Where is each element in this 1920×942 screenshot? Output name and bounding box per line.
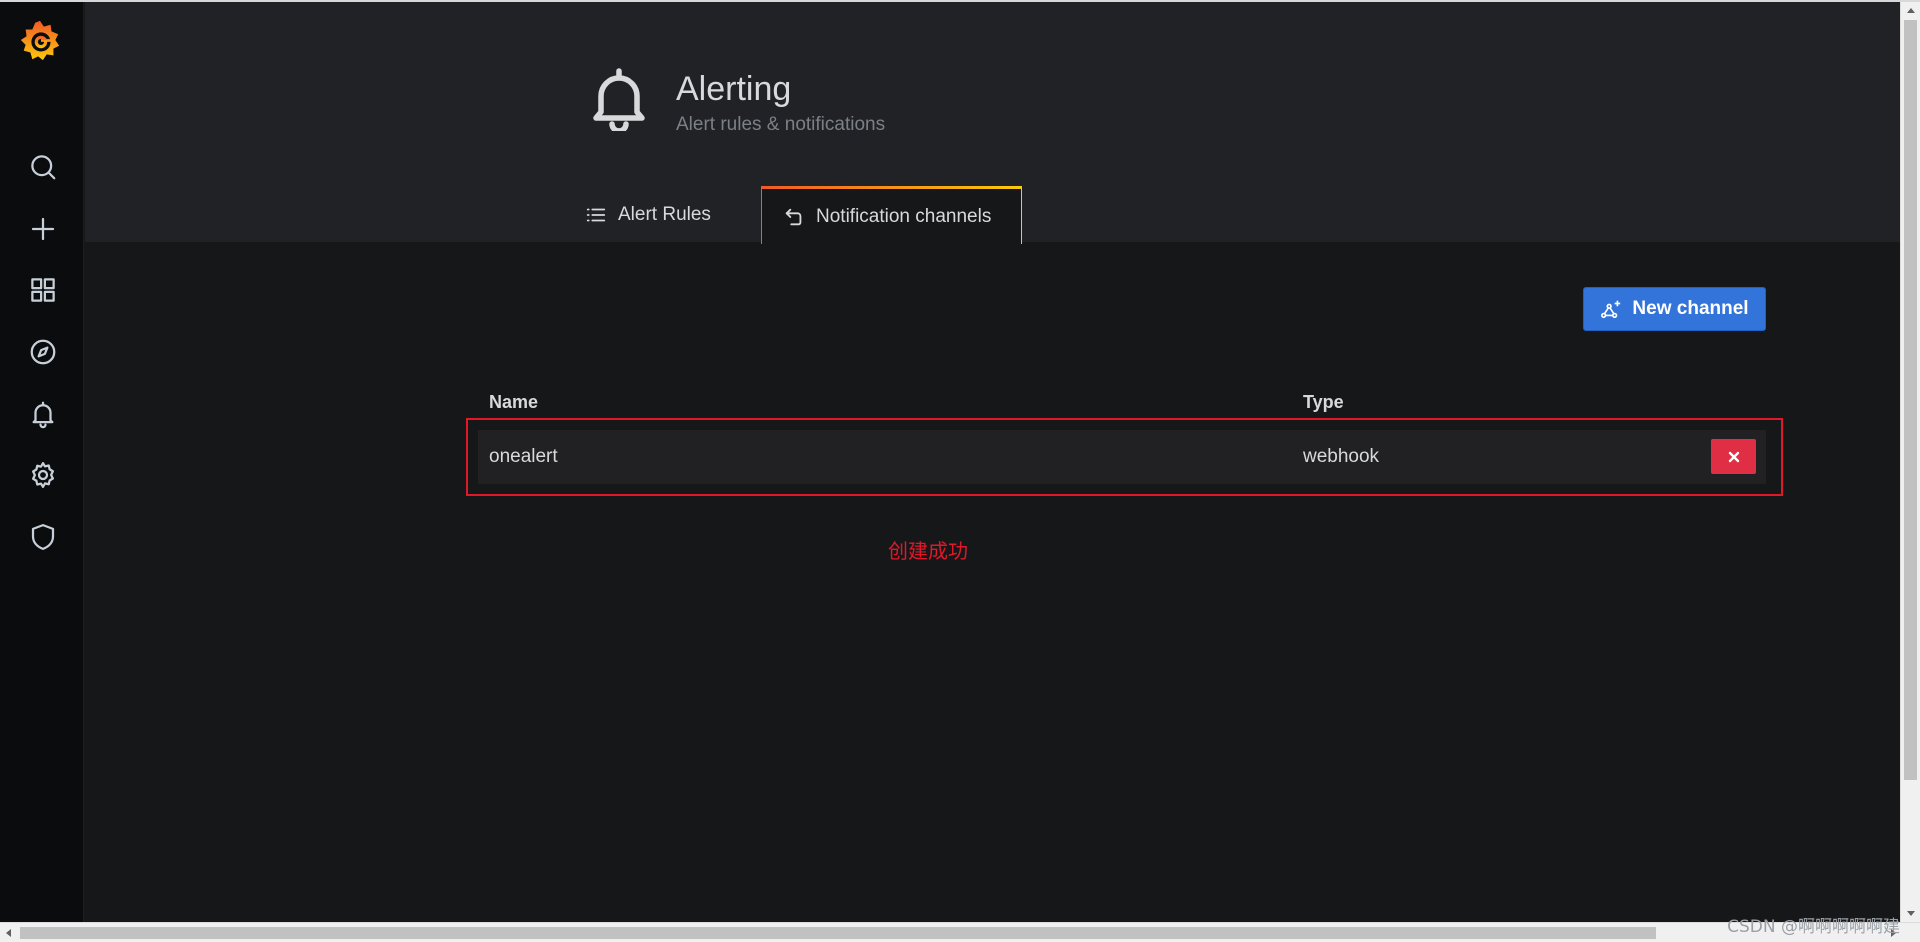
bell-icon: [590, 67, 648, 134]
page-subtitle: Alert rules & notifications: [676, 114, 886, 135]
annotation-text: 创建成功: [888, 541, 968, 563]
annotation-highlight-box: [466, 418, 1783, 496]
page-title: Alerting: [676, 70, 792, 108]
tab-alert-rules[interactable]: Alert Rules: [585, 186, 711, 244]
grafana-window: Alerting Alert rules & notifications Ale…: [0, 0, 1920, 942]
page-header: Alerting Alert rules & notifications Ale…: [85, 2, 1900, 244]
vertical-scroll-thumb[interactable]: [1904, 20, 1917, 780]
scroll-left-icon[interactable]: [6, 929, 11, 937]
channel-add-icon: [1601, 300, 1621, 319]
horizontal-scrollbar[interactable]: [0, 922, 1920, 942]
plus-icon[interactable]: [24, 210, 62, 248]
shield-icon[interactable]: [24, 518, 62, 556]
tab-notification-channels[interactable]: Notification channels: [761, 186, 1022, 244]
column-header-name[interactable]: Name: [489, 392, 538, 413]
new-channel-button[interactable]: New channel: [1583, 287, 1766, 331]
watermark: CSDN @啊啊啊啊啊建: [1727, 917, 1900, 937]
apps-icon[interactable]: [24, 271, 62, 309]
search-icon[interactable]: [24, 148, 62, 186]
scroll-up-icon[interactable]: [1907, 8, 1915, 13]
horizontal-scroll-thumb[interactable]: [20, 927, 1656, 939]
vertical-scrollbar[interactable]: [1900, 2, 1920, 922]
grafana-logo-icon[interactable]: [17, 18, 63, 64]
sidebar: [0, 2, 84, 922]
list-icon: [586, 208, 606, 222]
gear-icon[interactable]: [24, 456, 62, 494]
bell-icon[interactable]: [24, 395, 62, 433]
comment-alt-share-icon: [785, 208, 802, 225]
compass-icon[interactable]: [24, 333, 62, 371]
column-header-type[interactable]: Type: [1303, 392, 1344, 413]
tab-label: Alert Rules: [618, 204, 711, 225]
tab-label: Notification channels: [816, 205, 992, 227]
new-channel-label: New channel: [1632, 298, 1749, 319]
scroll-down-icon[interactable]: [1907, 911, 1915, 916]
